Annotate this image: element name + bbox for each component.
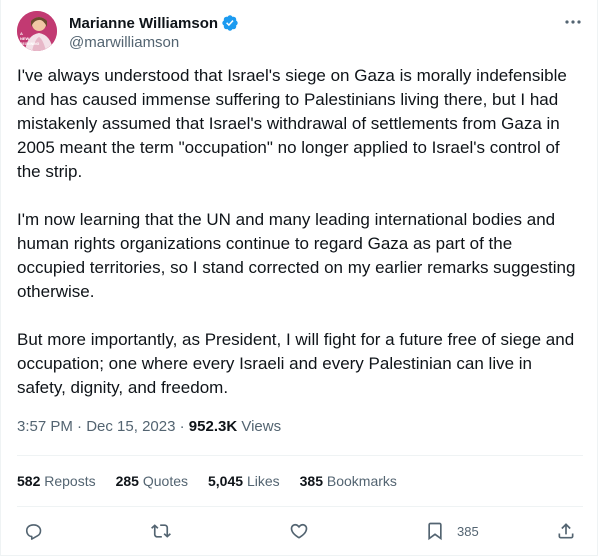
likes-count: 5,045 xyxy=(208,473,244,489)
display-name[interactable]: Marianne Williamson xyxy=(69,15,218,32)
svg-text:NEW: NEW xyxy=(20,36,30,41)
tweet-card: A NEW BEGINNING Marianne Williamson @mar… xyxy=(0,0,598,556)
quotes-label: Quotes xyxy=(142,473,188,489)
tweet-text: I've always understood that Israel's sie… xyxy=(17,64,583,424)
bookmarks-label: Bookmarks xyxy=(326,473,397,489)
likes-stat[interactable]: 5,045 Likes xyxy=(208,471,280,491)
tweet-header: A NEW BEGINNING Marianne Williamson @mar… xyxy=(17,10,583,54)
author-info: Marianne Williamson @marwilliamson xyxy=(69,13,239,51)
engagement-stats: 582 Reposts 285 Quotes 5,045 Likes 385 B… xyxy=(17,471,417,491)
tweet-meta: 3:57 PM · Dec 15, 2023 · 952.3K Views xyxy=(17,417,281,437)
quotes-stat[interactable]: 285 Quotes xyxy=(116,471,188,491)
reply-icon xyxy=(25,524,42,540)
views-count: 952.3K xyxy=(188,418,238,435)
bookmarks-count: 385 xyxy=(299,473,323,489)
bookmark-button[interactable]: 385 xyxy=(425,514,479,548)
action-bar: 385 xyxy=(17,514,583,548)
share-icon xyxy=(558,523,574,539)
tweet-paragraph: I've always understood that Israel's sie… xyxy=(17,66,567,181)
handle[interactable]: @marwilliamson xyxy=(69,34,239,51)
tweet-paragraph: But more importantly, as President, I wi… xyxy=(17,330,575,397)
verified-badge-icon[interactable] xyxy=(221,14,239,32)
divider xyxy=(17,506,583,507)
heart-icon xyxy=(290,523,308,539)
tweet-time[interactable]: 3:57 PM xyxy=(17,418,73,435)
like-button[interactable] xyxy=(289,514,309,548)
repost-button[interactable] xyxy=(151,514,171,548)
reposts-count: 582 xyxy=(17,473,41,489)
likes-label: Likes xyxy=(246,473,280,489)
bookmark-count: 385 xyxy=(457,523,479,539)
svg-text:BEGINNING: BEGINNING xyxy=(20,42,40,46)
reposts-stat[interactable]: 582 Reposts xyxy=(17,471,96,491)
repost-icon xyxy=(151,524,171,538)
share-button[interactable] xyxy=(556,514,576,548)
reposts-label: Reposts xyxy=(44,473,96,489)
avatar[interactable]: A NEW BEGINNING xyxy=(17,11,57,51)
divider xyxy=(17,455,583,456)
views-label: Views xyxy=(241,418,282,435)
tweet-paragraph: I'm now learning that the UN and many le… xyxy=(17,210,576,301)
quotes-count: 285 xyxy=(115,473,139,489)
bookmarks-stat[interactable]: 385 Bookmarks xyxy=(300,471,397,491)
tweet-date[interactable]: Dec 15, 2023 xyxy=(86,418,175,435)
more-options-icon[interactable] xyxy=(563,12,583,32)
meta-separator: · xyxy=(77,418,83,435)
avatar-image: A NEW BEGINNING xyxy=(17,11,57,51)
bookmark-icon xyxy=(428,522,442,541)
meta-separator: · xyxy=(179,418,185,435)
reply-button[interactable] xyxy=(23,514,43,548)
